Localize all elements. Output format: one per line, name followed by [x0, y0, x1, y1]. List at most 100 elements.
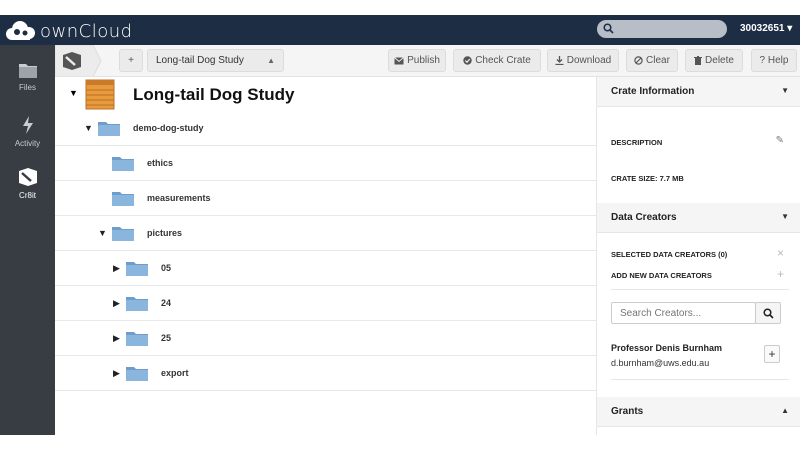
add-crate-button[interactable]: +: [119, 49, 143, 72]
tree-row-label: 05: [161, 263, 172, 273]
help-button[interactable]: ? Help: [751, 49, 797, 72]
expand-triangle-icon[interactable]: ▼: [69, 88, 78, 98]
search-icon: [603, 23, 614, 34]
crate-select-value: Long-tail Dog Study: [156, 55, 244, 66]
check-crate-label: Check Crate: [475, 55, 531, 66]
tree-root-row[interactable]: ▼ Long-tail Dog Study: [55, 77, 596, 111]
delete-label: Delete: [705, 55, 734, 66]
trash-icon: [694, 56, 703, 65]
nav-item-cr8it[interactable]: Cr8it: [0, 167, 55, 217]
app-nav: Files Activity Cr8it: [0, 45, 55, 435]
tree-row[interactable]: ▶ export: [55, 356, 596, 391]
crate-size: CRATE SIZE: 7.7 MB: [611, 174, 684, 183]
edit-icon[interactable]: ✎: [776, 135, 784, 146]
collapse-triangle-icon[interactable]: ▶: [113, 368, 120, 379]
tree-row[interactable]: ▼ demo-dog-study: [55, 111, 596, 146]
nav-label-files: Files: [19, 83, 36, 92]
creator-email: d.burnham@uws.edu.au: [611, 358, 710, 368]
owncloud-logo[interactable]: ownCloud: [4, 19, 133, 43]
chevron-up-icon: ▲: [781, 406, 789, 415]
remove-icon[interactable]: ×: [777, 246, 784, 260]
nav-item-activity[interactable]: Activity: [0, 115, 55, 165]
crate-select[interactable]: Long-tail Dog Study ▲▼: [147, 49, 284, 86]
search-icon: [763, 308, 774, 319]
download-icon: [555, 56, 564, 65]
brand-name: ownCloud: [40, 20, 133, 42]
folder-icon: [112, 157, 134, 171]
chevron-down-icon: ▼: [781, 212, 789, 221]
folder-icon: [126, 367, 148, 381]
delete-button[interactable]: Delete: [685, 49, 743, 72]
grants-title: Grants: [611, 406, 644, 417]
grants-header[interactable]: Grants ▲: [597, 397, 800, 427]
expand-triangle-icon[interactable]: ▼: [84, 123, 93, 133]
nav-label-activity: Activity: [14, 139, 41, 148]
tree-row[interactable]: ethics: [55, 146, 596, 181]
tree-row[interactable]: ▶ 25: [55, 321, 596, 356]
nav-label-cr8it: Cr8it: [19, 191, 36, 200]
tree-row[interactable]: ▶ 05: [55, 251, 596, 286]
tree-row[interactable]: ▼ pictures: [55, 216, 596, 251]
description-label: DESCRIPTION: [611, 138, 663, 147]
crate-home-icon: [54, 44, 102, 78]
crate-toolbar: + Long-tail Dog Study ▲▼ Publish Check C…: [54, 44, 800, 86]
user-menu[interactable]: 30032651 ▾: [740, 23, 792, 34]
search-input[interactable]: [597, 20, 727, 38]
add-new-creators-label: ADD NEW DATA CREATORS: [611, 271, 712, 280]
folder-icon: [112, 192, 134, 206]
expand-triangle-icon[interactable]: ▼: [98, 228, 107, 238]
crate-info-panel: Crate Information ▼ DESCRIPTION ✎ CRATE …: [596, 77, 800, 435]
ban-icon: [634, 56, 643, 65]
folder-icon: [112, 227, 134, 241]
crate-info-title: Crate Information: [611, 86, 695, 97]
data-creators-title: Data Creators: [611, 212, 677, 223]
selected-creators-label: SELECTED DATA CREATORS (0): [611, 250, 728, 259]
envelope-icon: [394, 56, 404, 64]
download-button[interactable]: Download: [547, 49, 619, 72]
app-frame: ownCloud 30032651 ▾ Files Activity Cr8it…: [0, 15, 800, 435]
crate-box-icon: [85, 79, 115, 110]
divider: [611, 289, 789, 290]
plus-icon[interactable]: +: [777, 267, 784, 281]
breadcrumb-home[interactable]: [54, 44, 103, 78]
download-label: Download: [566, 55, 612, 66]
divider: [611, 379, 789, 380]
search-creators-button[interactable]: [755, 302, 781, 324]
folder-icon: [126, 262, 148, 276]
folder-icon: [126, 332, 148, 346]
top-header: ownCloud 30032651 ▾: [0, 15, 800, 45]
folder-icon: [98, 122, 120, 136]
cloud-icon: [6, 21, 35, 40]
tree-row-label: 25: [161, 333, 172, 343]
tree-row-label: 24: [161, 298, 172, 308]
collapse-triangle-icon[interactable]: ▶: [113, 263, 120, 274]
data-creators-header[interactable]: Data Creators ▼: [597, 203, 800, 233]
folder-icon: [18, 64, 37, 78]
check-circle-icon: [463, 56, 472, 65]
tree-row[interactable]: ▶ 24: [55, 286, 596, 321]
tree-row-label: ethics: [147, 158, 174, 168]
crate-title: Long-tail Dog Study: [133, 85, 295, 104]
collapse-triangle-icon[interactable]: ▶: [113, 333, 120, 344]
tree-row-label: pictures: [147, 228, 183, 238]
folder-icon: [126, 297, 148, 311]
tree-row-label: export: [161, 368, 189, 378]
crate-info-header[interactable]: Crate Information ▼: [597, 77, 800, 107]
nav-item-files[interactable]: Files: [0, 61, 55, 111]
lightning-icon: [22, 116, 33, 134]
publish-label: Publish: [407, 55, 440, 66]
crate-icon: [18, 168, 37, 186]
search-creators-input[interactable]: [611, 302, 756, 324]
chevron-down-icon: ▼: [781, 86, 789, 95]
tree-row[interactable]: measurements: [55, 181, 596, 216]
clear-button[interactable]: Clear: [626, 49, 678, 72]
tree-row-label: measurements: [147, 193, 211, 203]
check-crate-button[interactable]: Check Crate: [453, 49, 541, 72]
creator-name: Professor Denis Burnham: [611, 343, 723, 353]
collapse-triangle-icon[interactable]: ▶: [113, 298, 120, 309]
publish-button[interactable]: Publish: [388, 49, 446, 72]
crate-tree: ▼ Long-tail Dog Study ▼ demo-dog-study e…: [55, 77, 596, 435]
add-creator-button[interactable]: +: [764, 345, 780, 363]
tree-row-label: demo-dog-study: [133, 123, 204, 133]
clear-label: Clear: [646, 55, 670, 66]
